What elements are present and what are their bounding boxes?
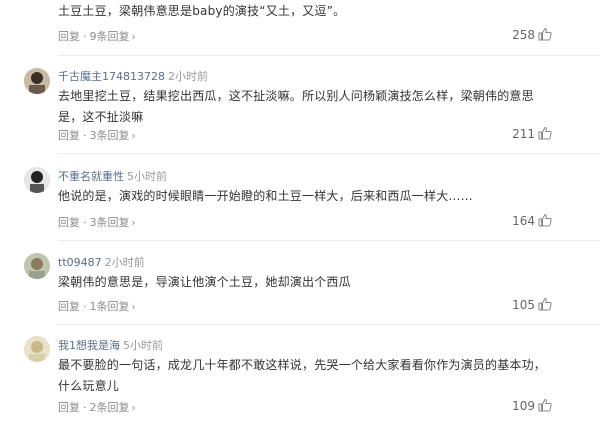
comment-time: 2小时前	[168, 70, 208, 83]
chevron-right-icon: ›	[131, 131, 136, 142]
comment-time: 2小时前	[104, 256, 145, 269]
reply-count-link[interactable]: 9条回复	[90, 30, 130, 43]
comment-text: 梁朝伟的意思是，导演让他演个土豆，她却演出个西瓜	[58, 275, 351, 289]
reply-button[interactable]: 回复	[58, 129, 80, 142]
like-count: 109	[512, 399, 535, 413]
comment-text: 去地里挖土豆，结果挖出西瓜，这不扯淡嘛。所以别人问杨颖演技怎么样，梁朝伟的意思是…	[58, 89, 534, 124]
username-link[interactable]: tt09487	[58, 256, 102, 269]
reply-row: 回复 · 1条回复 ›	[58, 300, 136, 313]
reply-button[interactable]: 回复	[58, 216, 80, 229]
chevron-right-icon: ›	[131, 218, 136, 229]
comment-text: 最不要脸的一句话，成龙几十年都不敢这样说，先哭一个给大家看看你作为演员的基本功，…	[58, 358, 547, 393]
divider	[58, 240, 600, 241]
user-avatar-icon[interactable]	[24, 253, 50, 279]
reply-row: 回复 · 2条回复 ›	[58, 401, 136, 414]
comment-time: 5小时前	[127, 170, 167, 183]
like-count: 211	[512, 127, 535, 141]
comment-text: 土豆土豆，梁朝伟意思是baby的演技“又土，又逗”。	[58, 4, 346, 18]
divider	[58, 324, 600, 325]
username-link[interactable]: 我1想我是海	[58, 339, 120, 352]
comment-author: 千古魔主174813728 2小时前	[58, 68, 208, 84]
reply-row: 回复 · 3条回复 ›	[58, 216, 136, 229]
user-avatar-icon[interactable]	[24, 167, 50, 193]
user-avatar-icon[interactable]	[24, 68, 50, 94]
thumbs-up-icon	[538, 398, 552, 415]
reply-row: 回复 · 9条回复 ›	[58, 30, 136, 43]
username-link[interactable]: 千古魔主174813728	[58, 70, 165, 83]
like-button[interactable]: 258	[512, 27, 552, 44]
thumbs-up-icon	[538, 213, 552, 230]
divider	[58, 55, 600, 56]
comment-author: 不重名就重性 5小时前	[58, 168, 167, 184]
reply-count-link[interactable]: 2条回复	[90, 401, 130, 414]
like-button[interactable]: 105	[512, 297, 552, 314]
comment-time: 5小时前	[123, 339, 163, 352]
like-count: 164	[512, 214, 535, 228]
thumbs-up-icon	[538, 126, 552, 143]
like-button[interactable]: 211	[512, 126, 552, 143]
like-button[interactable]: 109	[512, 398, 552, 415]
reply-row: 回复 · 3条回复 ›	[58, 129, 136, 142]
like-count: 258	[512, 28, 535, 42]
like-count: 105	[512, 298, 535, 312]
reply-count-link[interactable]: 3条回复	[90, 129, 130, 142]
comment-author: 我1想我是海 5小时前	[58, 337, 163, 353]
thumbs-up-icon	[538, 297, 552, 314]
reply-button[interactable]: 回复	[58, 401, 80, 414]
username-link[interactable]: 不重名就重性	[58, 170, 124, 183]
divider	[58, 153, 600, 154]
reply-button[interactable]: 回复	[58, 300, 80, 313]
comment-author: tt09487 2小时前	[58, 254, 145, 270]
chevron-right-icon: ›	[131, 302, 136, 313]
chevron-right-icon: ›	[131, 32, 136, 43]
thumbs-up-icon	[538, 27, 552, 44]
like-button[interactable]: 164	[512, 213, 552, 230]
chevron-right-icon: ›	[131, 403, 136, 414]
comment-text: 他说的是，演戏的时候眼睛一开始瞪的和土豆一样大，后来和西瓜一样大……	[58, 189, 473, 203]
user-avatar-icon[interactable]	[24, 336, 50, 362]
reply-count-link[interactable]: 3条回复	[90, 216, 130, 229]
reply-count-link[interactable]: 1条回复	[90, 300, 130, 313]
reply-button[interactable]: 回复	[58, 30, 80, 43]
